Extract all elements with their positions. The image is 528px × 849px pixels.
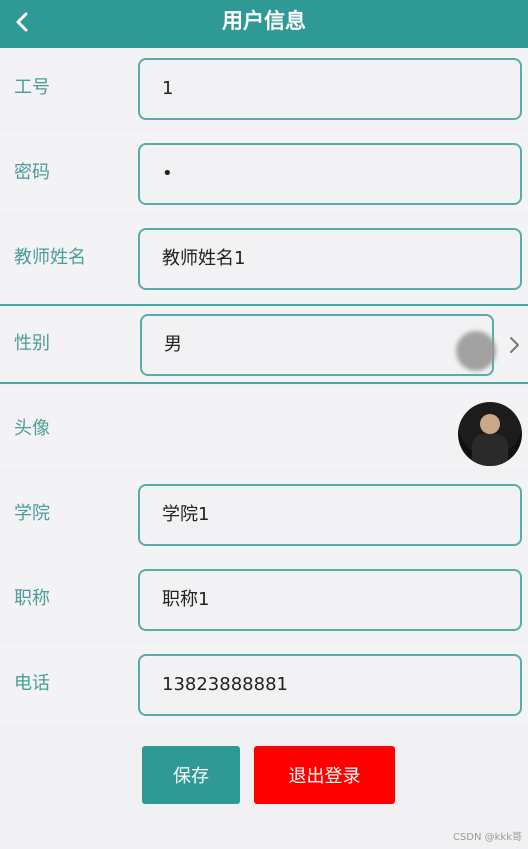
logout-button[interactable]: 退出登录 (254, 746, 395, 804)
row-teacher-name: 教师姓名 教师姓名1 (0, 218, 528, 298)
chevron-right-icon[interactable] (508, 336, 520, 354)
college-field[interactable]: 学院1 (138, 484, 522, 546)
row-password: 密码 • (0, 133, 528, 213)
row-title: 职称 职称1 (0, 559, 528, 639)
watermark: CSDN @kkk哥 (452, 832, 522, 843)
label-employee-id: 工号 (14, 77, 50, 98)
label-password: 密码 (14, 162, 50, 183)
avatar-head (480, 414, 500, 434)
label-avatar: 头像 (14, 418, 50, 439)
phone-field[interactable]: 13823888881 (138, 654, 522, 716)
label-title: 职称 (14, 588, 50, 609)
label-gender: 性别 (14, 333, 50, 354)
teacher-name-field[interactable]: 教师姓名1 (138, 228, 522, 290)
row-gender[interactable]: 性别 男 (0, 304, 528, 384)
job-title-field[interactable]: 职称1 (138, 569, 522, 631)
label-phone: 电话 (14, 673, 50, 694)
row-employee-id: 工号 1 (0, 48, 528, 128)
row-college: 学院 学院1 (0, 474, 528, 554)
row-phone: 电话 13823888881 (0, 644, 528, 724)
save-button[interactable]: 保存 (142, 746, 240, 804)
employee-id-field[interactable]: 1 (138, 58, 522, 120)
avatar[interactable] (458, 402, 522, 466)
app-header: 用户信息 (0, 0, 528, 48)
touch-indicator (456, 331, 496, 371)
label-teacher-name: 教师姓名 (14, 247, 86, 268)
gender-select[interactable]: 男 (140, 314, 494, 376)
row-avatar: 头像 (0, 389, 528, 469)
avatar-body (472, 434, 508, 466)
label-college: 学院 (14, 503, 50, 524)
password-field[interactable]: • (138, 143, 522, 205)
page-title: 用户信息 (222, 9, 306, 33)
